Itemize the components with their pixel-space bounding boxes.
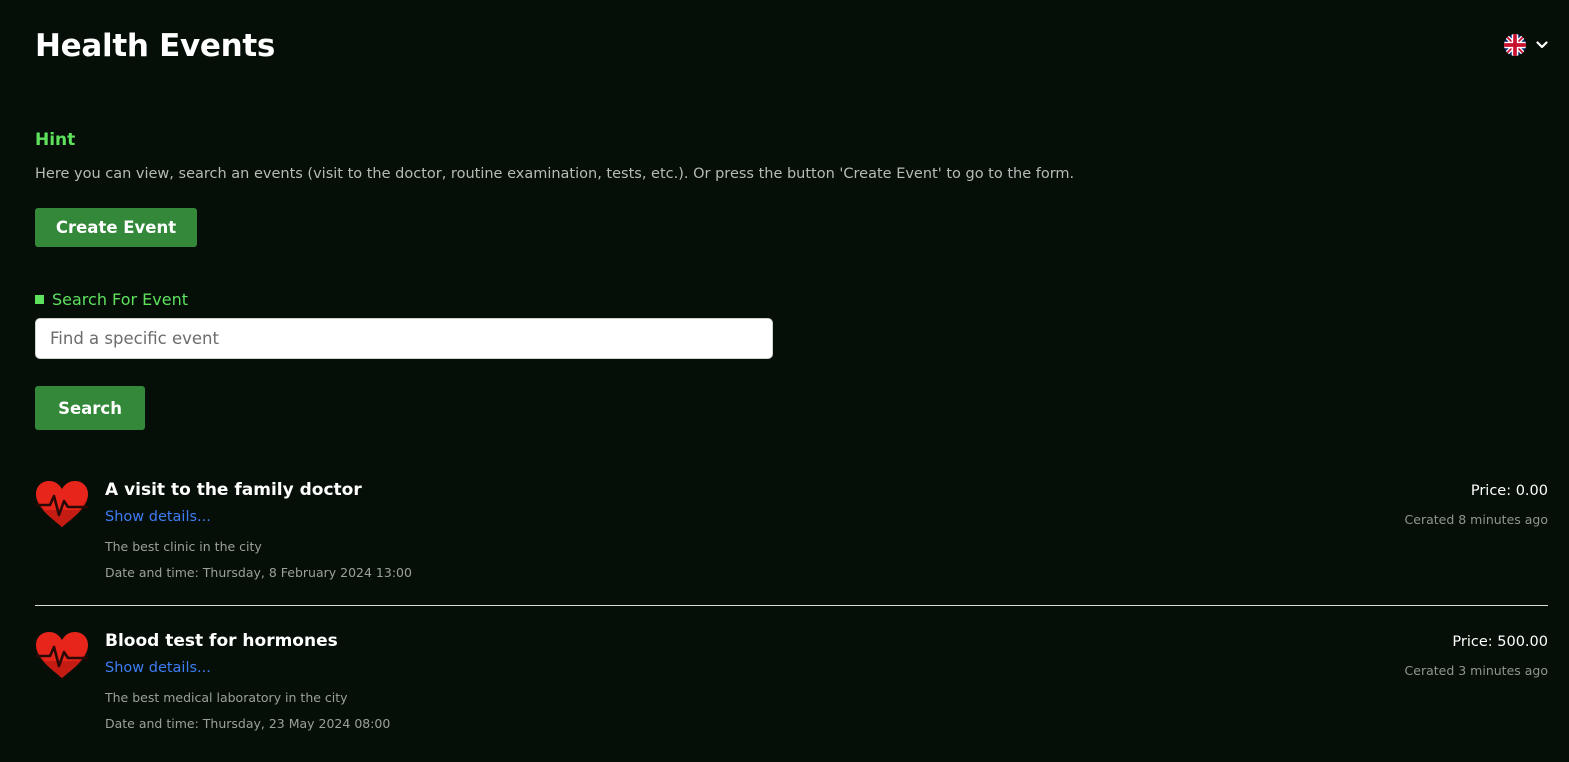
divider: [35, 605, 1548, 606]
event-item: Blood test for hormones Show details... …: [35, 631, 1548, 751]
page-header: Health Events: [35, 26, 1548, 66]
event-datetime: Date and time: Thursday, 8 February 2024…: [105, 565, 412, 580]
event-place: The best medical laboratory in the city: [105, 690, 348, 705]
show-details-link[interactable]: Show details...: [105, 660, 211, 676]
event-created: Cerated 8 minutes ago: [1404, 512, 1548, 527]
page-title: Health Events: [35, 28, 276, 64]
event-item: A visit to the family doctor Show detail…: [35, 480, 1548, 600]
hint-text: Here you can view, search an events (vis…: [35, 166, 1075, 182]
create-event-button[interactable]: Create Event: [35, 208, 197, 247]
search-label-text: Search For Event: [52, 290, 188, 309]
event-price: Price: 0.00: [1470, 483, 1548, 499]
search-button[interactable]: Search: [35, 386, 145, 430]
search-input[interactable]: [35, 318, 773, 359]
bullet-square-icon: [35, 295, 44, 304]
event-title: Blood test for hormones: [105, 631, 338, 651]
heart-pulse-icon: [36, 632, 88, 678]
show-details-link[interactable]: Show details...: [105, 509, 211, 525]
uk-flag-icon: [1504, 34, 1526, 56]
search-label: Search For Event: [35, 290, 188, 309]
event-datetime: Date and time: Thursday, 23 May 2024 08:…: [105, 716, 391, 731]
event-created: Cerated 3 minutes ago: [1404, 663, 1548, 678]
language-selector[interactable]: [1504, 34, 1548, 56]
heart-pulse-icon: [36, 481, 88, 527]
event-price: Price: 500.00: [1452, 634, 1548, 650]
event-title: A visit to the family doctor: [105, 480, 362, 500]
chevron-down-icon: [1536, 41, 1548, 49]
event-place: The best clinic in the city: [105, 539, 262, 554]
hint-title: Hint: [35, 130, 76, 150]
